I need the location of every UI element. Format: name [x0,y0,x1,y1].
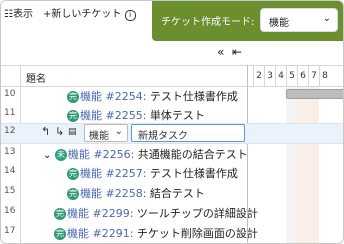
mode-select-value: 機能 [269,18,289,29]
day-cell: 4 [275,66,286,86]
status-badge: 完 [67,110,79,122]
chevron-down-icon[interactable]: ⌄ [43,150,51,161]
ticket-link[interactable]: 機能 #2258: [80,187,146,200]
ticket-link[interactable]: 機能 #2291: [67,227,133,240]
status-badge: 完 [54,208,66,220]
ticket-subject: 結合テスト [146,187,205,200]
ticket-subject: テスト仕様書作成 [146,167,238,180]
ticket-link[interactable]: 機能 #2254: [80,90,146,103]
day-cell: 6 [297,66,308,86]
new-ticket-label: 新しいチケット [51,9,122,20]
ticket-subject: テスト仕様書作成 [146,90,238,103]
day-cell: 7 [308,66,319,86]
table-row[interactable]: 15 完機能 #2258: 結合テスト [1,183,343,202]
grid-header: 題名 2 3 4 5 6 7 8 [1,65,343,87]
subject-input[interactable]: 新規タスク [131,124,245,142]
new-ticket-button[interactable]: +新しいチケット i [43,5,136,21]
table-row[interactable]: 17 完機能 #2291: チケット削除画面の設計 [1,223,343,242]
collapse-left-button[interactable]: ⇤ [232,45,242,59]
title-column-header[interactable]: 題名 [26,70,46,85]
status-badge: 完 [67,188,79,200]
status-badge: 未 [54,149,67,161]
row-divider [1,143,343,144]
outdent-icon[interactable]: ↰ [41,125,50,138]
ticket-subject: 単体テスト [146,109,205,122]
app-window: ☷表示 +新しいチケット i チケット作成モード: 機能 ⌄ « ⇤ 題名 2 … [0,0,344,244]
day-cell: 2 [253,66,264,86]
ticket-link[interactable]: 機能 #2255: [80,109,146,122]
row-number: 17 [4,226,16,236]
row-number: 12 [4,126,16,136]
day-cell: 5 [286,66,297,86]
row-number: 16 [4,206,16,216]
chevron-down-icon: ⌄ [114,126,123,137]
status-badge: 完 [67,168,79,180]
info-icon[interactable]: i [124,10,136,21]
ticket-link[interactable]: 機能 #2257: [80,167,146,180]
tracker-select-value: 機能 [89,131,109,142]
ticket-link[interactable]: 機能 #2299: [67,207,133,220]
table-row[interactable]: 11 完機能 #2255: 単体テスト [1,105,343,124]
view-button[interactable]: ☷表示 [4,5,33,20]
indent-icon[interactable]: ↳ [55,125,64,138]
day-cell: 8 [319,66,330,86]
table-row[interactable]: 10 完機能 #2254: テスト仕様書作成 [1,86,343,105]
ticket-link[interactable]: 機能 #2256: [68,148,134,161]
ticket-create-mode-panel: チケット作成モード: 機能 ⌄ [152,1,343,41]
status-badge: 完 [67,91,79,103]
collapse-all-button[interactable]: « [217,45,224,59]
table-row[interactable]: 16 完機能 #2299: ツールチップの詳細設計 [1,203,343,222]
ticket-subject: 共通機能の結合テスト [134,148,248,161]
row-number: 13 [4,147,16,157]
day-cell: 3 [264,66,275,86]
drag-handle-icon[interactable]: ▤ [68,127,77,137]
row-number: 14 [4,166,16,176]
row-number: 15 [4,186,16,196]
day-header: 2 3 4 5 6 7 8 [247,66,343,86]
ticket-subject: ツールチップの詳細設計 [133,207,258,220]
options-icon: ☷ [4,9,13,20]
table-row[interactable]: 14 完機能 #2257: テスト仕様書作成 [1,163,343,182]
row-number: 11 [4,108,16,118]
chevron-down-icon: ⌄ [322,13,331,24]
ticket-subject: チケット削除画面の設計 [133,227,258,240]
tracker-select[interactable]: 機能 ⌄ [84,124,128,142]
mode-label: チケット作成モード: [161,17,255,28]
row-divider [1,123,343,124]
mode-select[interactable]: 機能 ⌄ [260,8,338,32]
view-label: 表示 [12,9,33,20]
row-number: 10 [4,89,16,99]
table-row[interactable]: 13 ⌄ 未機能 #2256: 共通機能の結合テスト [1,144,343,163]
status-badge: 完 [54,228,66,240]
